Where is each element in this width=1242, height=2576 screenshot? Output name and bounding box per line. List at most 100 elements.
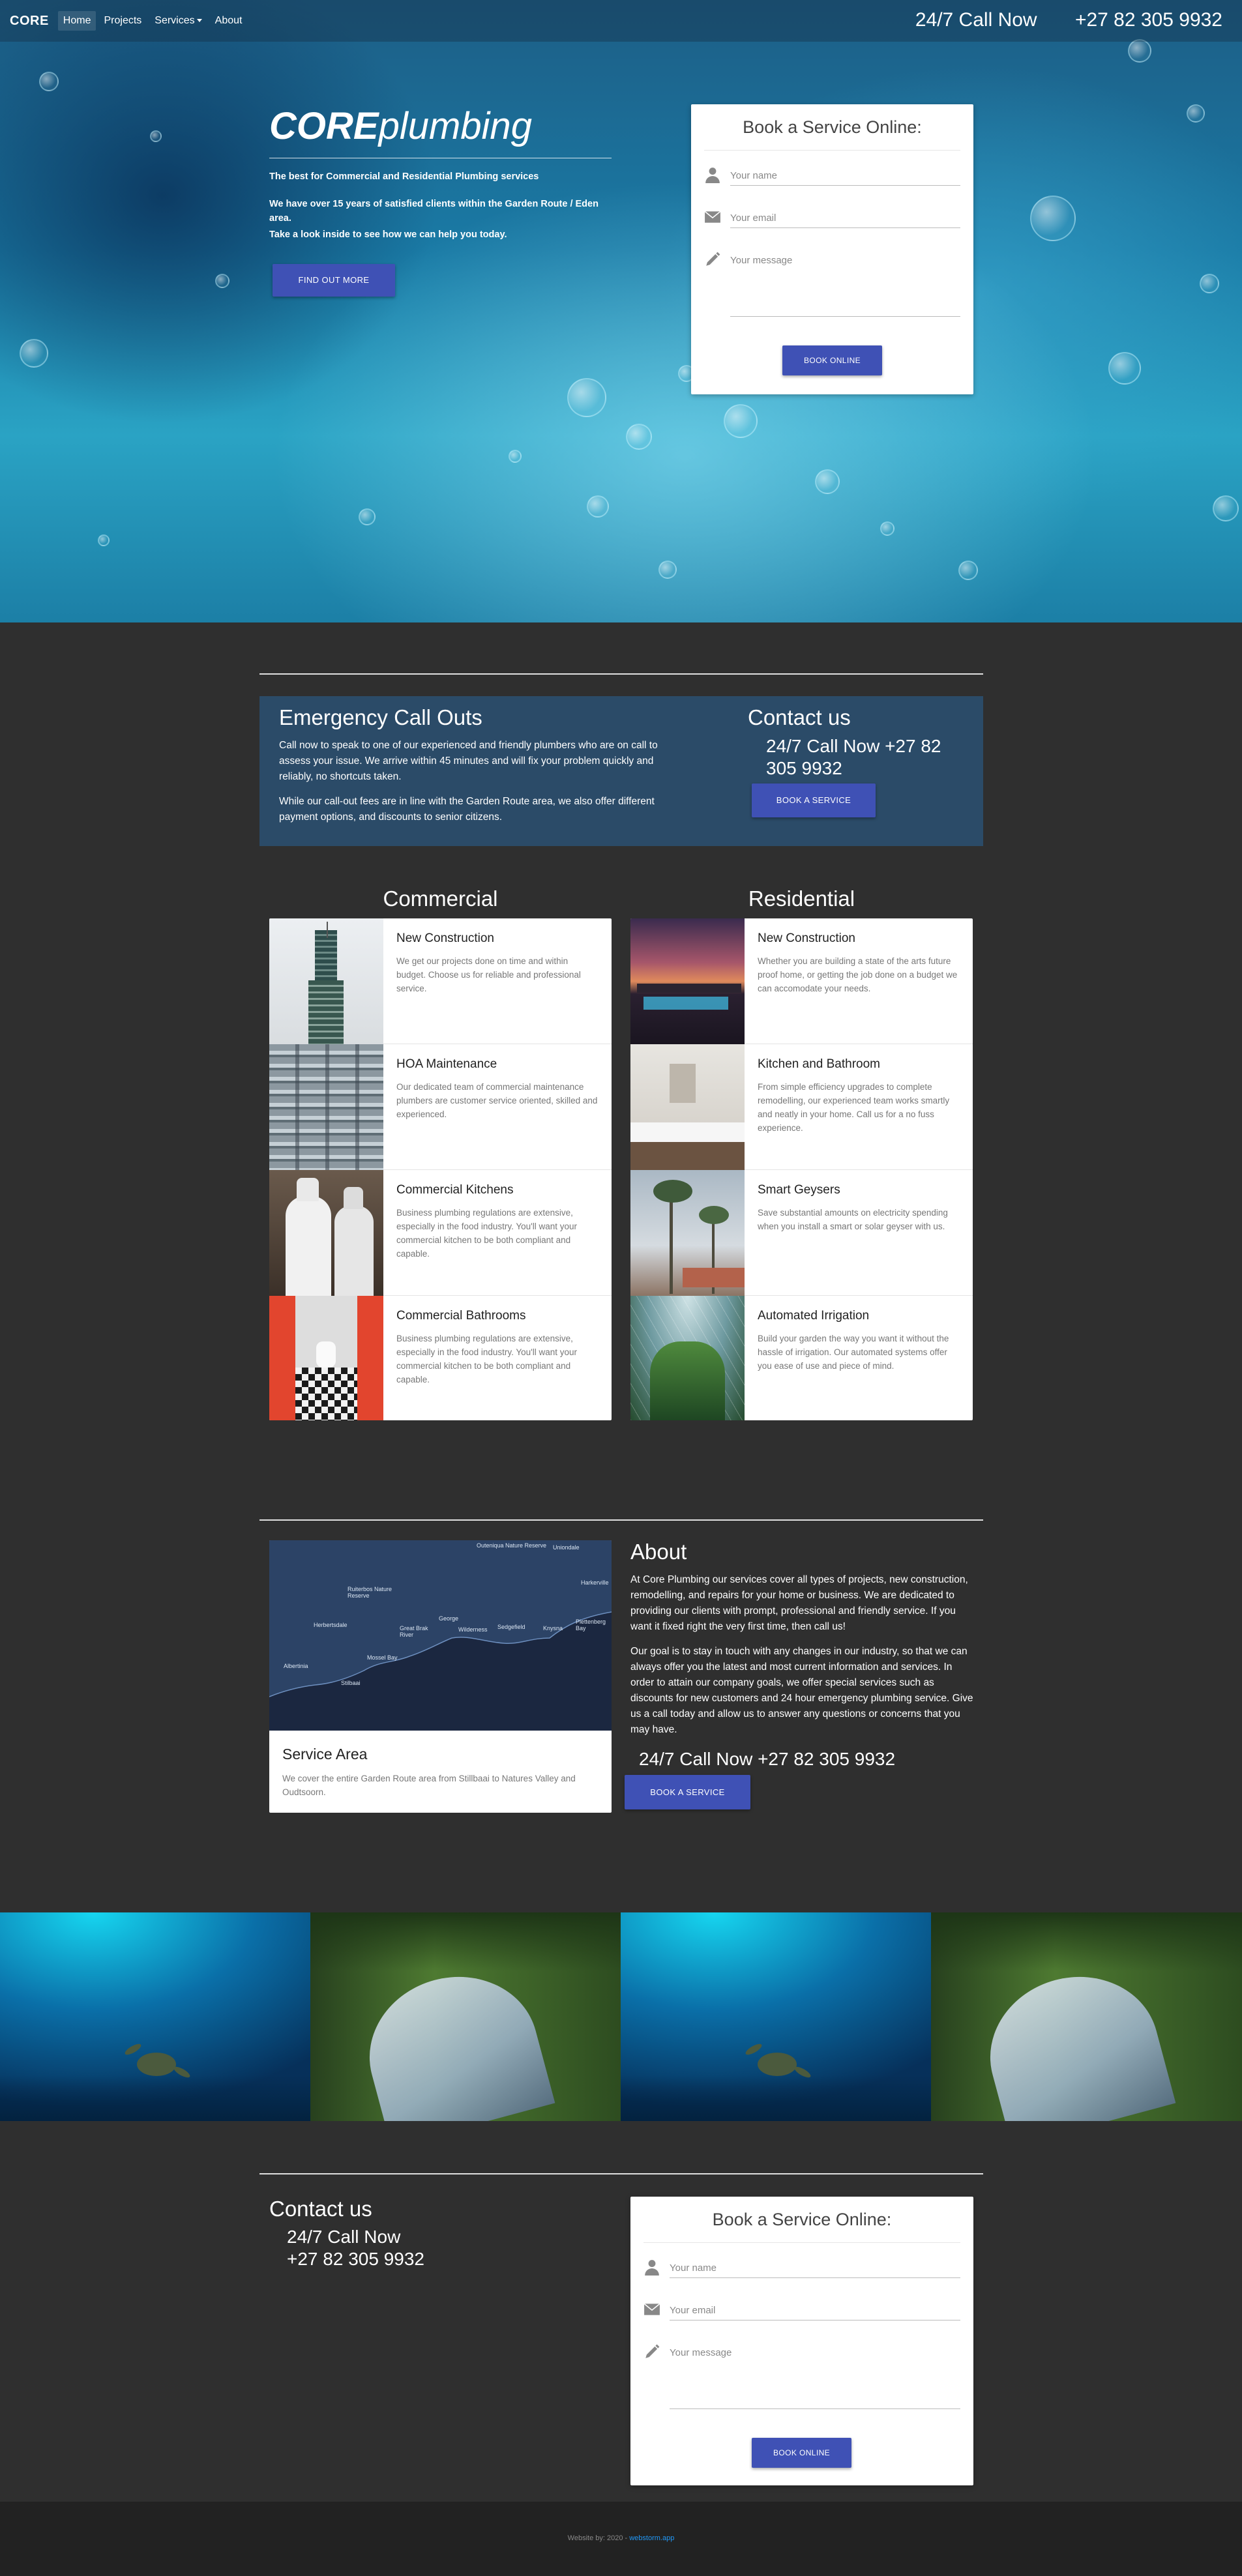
booking-title: Book a Service Online: (743, 117, 922, 137)
service-desc: Whether you are building a state of the … (758, 956, 958, 993)
service-desc: Build your garden the way you want it wi… (758, 1334, 949, 1371)
turtle-image (0, 1912, 310, 2121)
list-item[interactable]: Automated Irrigation Build your garden t… (630, 1296, 973, 1420)
service-title: Commercial Bathrooms (396, 1309, 526, 1323)
list-item[interactable]: Commercial Kitchens Business plumbing re… (269, 1170, 612, 1296)
list-item[interactable]: New Construction We get our projects don… (269, 918, 612, 1044)
envelope-icon (643, 2303, 660, 2315)
brand-logo[interactable]: CORE (10, 14, 49, 29)
email-input[interactable]: Your email (730, 212, 960, 228)
map-label: Great Brak River (400, 1625, 428, 1638)
palm-trees-image (630, 1170, 745, 1296)
booking-title: Book a Service Online: (712, 2210, 892, 2229)
list-item[interactable]: Kitchen and Bathroom From simple efficie… (630, 1044, 973, 1170)
section-divider (259, 2173, 983, 2174)
emergency-contact-title: Contact us (748, 705, 851, 729)
message-field: Your message (643, 2343, 960, 2409)
navbar: CORE Home Projects Services About 24/7 C… (0, 0, 1242, 42)
service-desc: Business plumbing regulations are extens… (396, 1334, 577, 1384)
service-area-title: Service Area (282, 1746, 368, 1763)
waterfall-image (931, 1912, 1242, 2121)
service-desc: Our dedicated team of commercial mainten… (396, 1082, 598, 1119)
pencil-icon (706, 252, 720, 266)
map-label: Sedgefield (497, 1624, 525, 1630)
service-area-card: Outeniqua Nature Reserve Uniondale Ruite… (269, 1540, 612, 1813)
book-online-button[interactable]: BOOK ONLINE (782, 345, 882, 375)
email-field: Your email (704, 209, 960, 228)
nav-home[interactable]: Home (57, 11, 96, 31)
nav-phone[interactable]: +27 82 305 9932 (1075, 9, 1222, 31)
about-text-2: Our goal is to stay in touch with any ch… (630, 1646, 973, 1735)
residential-title: Residential (748, 886, 855, 911)
find-out-more-button[interactable]: FIND OUT MORE (273, 264, 395, 297)
section-divider (259, 1519, 983, 1521)
about-phone[interactable]: 24/7 Call Now +27 82 305 9932 (639, 1748, 895, 1770)
name-input[interactable]: Your name (670, 2262, 960, 2278)
bathroom-image (269, 1296, 383, 1420)
map-label: Albertinia (284, 1663, 308, 1669)
service-desc: From simple efficiency upgrades to compl… (758, 1082, 950, 1133)
contact-phone[interactable]: +27 82 305 9932 (287, 2248, 424, 2270)
section-divider (259, 673, 983, 675)
emergency-phone[interactable]: 24/7 Call Now +27 82 305 9932 (766, 735, 962, 780)
name-field: Your name (704, 166, 960, 186)
service-title: HOA Maintenance (396, 1057, 497, 1071)
nav-services[interactable]: Services (155, 15, 202, 27)
map-label: Stilbaai (341, 1680, 361, 1686)
emergency-book-button[interactable]: BOOK A SERVICE (752, 783, 876, 817)
footer-link[interactable]: webstorm.app (629, 2534, 674, 2542)
footer-text: Website by: 2020 - (567, 2534, 628, 2542)
residential-card: New Construction Whether you are buildin… (630, 918, 973, 1420)
hero-tagline: The best for Commercial and Residential … (269, 171, 539, 182)
service-area-map[interactable]: Outeniqua Nature Reserve Uniondale Ruite… (269, 1540, 612, 1731)
emergency-panel: Emergency Call Outs Call now to speak to… (259, 696, 983, 846)
hero-text-2: Take a look inside to see how we can hel… (269, 229, 507, 240)
service-title: Commercial Kitchens (396, 1183, 514, 1197)
map-label: Mossel Bay (367, 1654, 398, 1661)
commercial-title: Commercial (383, 886, 498, 911)
map-label: Wilderness (458, 1626, 488, 1633)
caret-down-icon (196, 19, 202, 23)
book-online-button[interactable]: BOOK ONLINE (752, 2438, 851, 2468)
commercial-card: New Construction We get our projects don… (269, 918, 612, 1420)
envelope-icon (704, 211, 721, 223)
list-item[interactable]: New Construction Whether you are buildin… (630, 918, 973, 1044)
map-label: Outeniqua Nature Reserve (477, 1542, 547, 1549)
email-field: Your email (643, 2301, 960, 2320)
nav-about[interactable]: About (215, 15, 243, 27)
map-label: Harkerville (581, 1579, 609, 1586)
pipes-image (269, 1044, 383, 1170)
name-field: Your name (643, 2259, 960, 2278)
booking-form: Book a Service Online: Your name Your em… (630, 2197, 973, 2485)
about-title: About (630, 1540, 687, 1564)
service-desc: Business plumbing regulations are extens… (396, 1208, 577, 1259)
name-input[interactable]: Your name (730, 170, 960, 186)
booking-divider (643, 2242, 960, 2243)
service-desc: We get our projects done on time and wit… (396, 956, 581, 993)
message-input[interactable]: Your message (730, 255, 960, 317)
message-input[interactable]: Your message (670, 2347, 960, 2409)
footer-credit: Website by: 2020 - webstorm.app (0, 2534, 1242, 2542)
contact-title: Contact us (269, 2197, 372, 2221)
service-title: Automated Irrigation (758, 1309, 870, 1323)
service-title: Kitchen and Bathroom (758, 1057, 881, 1071)
waterfall-image (310, 1912, 621, 2121)
emergency-text-2: While our call-out fees are in line with… (279, 796, 655, 823)
about-book-button[interactable]: BOOK A SERVICE (625, 1775, 750, 1809)
nav-contact: 24/7 Call Now +27 82 305 9932 (915, 9, 1222, 31)
service-title: New Construction (758, 931, 855, 945)
list-item[interactable]: HOA Maintenance Our dedicated team of co… (269, 1044, 612, 1170)
list-item[interactable]: Smart Geysers Save substantial amounts o… (630, 1170, 973, 1296)
map-label: Knysna (543, 1625, 563, 1632)
pencil-icon (645, 2344, 660, 2358)
list-item[interactable]: Commercial Bathrooms Business plumbing r… (269, 1296, 612, 1420)
nav-call-label: 24/7 Call Now (915, 9, 1037, 31)
nav-services-label: Services (155, 15, 195, 26)
person-icon (705, 168, 720, 183)
hero-title-rest: plumbing (378, 105, 532, 147)
hero-title: COREplumbing (269, 104, 532, 148)
email-input[interactable]: Your email (670, 2305, 960, 2320)
message-field: Your message (704, 251, 960, 317)
nav-projects[interactable]: Projects (104, 15, 141, 27)
service-title: Smart Geysers (758, 1183, 840, 1197)
